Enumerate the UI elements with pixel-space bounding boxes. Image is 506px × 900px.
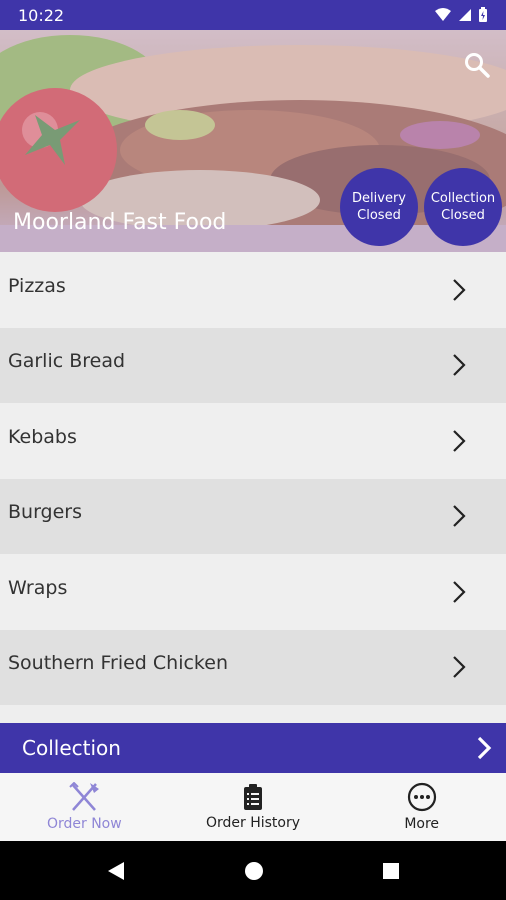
clipboard-icon [244,784,262,810]
home-icon[interactable] [244,861,264,881]
menu-category-kebabs[interactable]: Kebabs [0,403,506,479]
chevron-right-icon [453,278,466,301]
delivery-status-label: Delivery [352,191,406,206]
collection-status-value: Closed [441,208,485,223]
menu-category-southern-fried-chicken[interactable]: Southern Fried Chicken [0,629,506,705]
collection-status-label: Collection [430,191,496,206]
order-mode-label: Collection [22,736,121,760]
menu-category-label: Burgers [8,501,83,524]
status-icons [434,7,488,23]
menu-category-label: Kebabs [8,425,77,448]
menu-category-list: Pizzas Garlic Bread Kebabs Burgers Wraps… [0,252,506,705]
search-icon[interactable] [462,50,492,80]
bottom-navigation: Order Now Order History More [0,773,506,841]
collection-status-badge: Collection Closed [424,168,502,246]
chevron-right-icon [453,429,466,452]
order-mode-bar[interactable]: Collection [0,723,506,773]
battery-icon [479,7,487,22]
fork-knife-icon [69,782,100,811]
more-icon [407,782,436,812]
menu-category-label: Pizzas [8,274,66,297]
nav-order-now[interactable]: Order Now [0,773,169,841]
chevron-right-icon [453,656,466,679]
chevron-right-icon [453,580,466,603]
chevron-right-icon [477,736,492,760]
delivery-status-value: Closed [357,208,401,223]
recents-icon[interactable] [382,862,400,880]
system-navigation-bar [0,841,506,900]
nav-order-history[interactable]: Order History [169,773,338,841]
header-banner: Moorland Fast Food Delivery Closed Colle… [0,30,506,252]
restaurant-name: Moorland Fast Food [13,210,227,235]
wifi-icon [435,8,451,21]
menu-category-label: Garlic Bread [8,350,126,373]
cell-signal-icon [459,9,471,21]
status-bar: 10:22 [0,0,506,30]
menu-category-burgers[interactable]: Burgers [0,478,506,554]
nav-more[interactable]: More [337,773,506,841]
menu-category-label: Wraps [8,576,68,599]
chevron-right-icon [453,505,466,528]
menu-category-label: Southern Fried Chicken [8,652,228,675]
chevron-right-icon [453,354,466,377]
nav-order-history-label: Order History [205,815,301,831]
delivery-status-badge: Delivery Closed [340,168,418,246]
nav-order-now-label: Order Now [46,816,122,832]
menu-category-garlic-bread[interactable]: Garlic Bread [0,327,506,403]
nav-more-label: More [404,816,440,832]
menu-category-pizzas[interactable]: Pizzas [0,252,506,328]
status-time: 10:22 [18,5,65,25]
back-icon[interactable] [106,860,126,882]
menu-category-wraps[interactable]: Wraps [0,554,506,630]
